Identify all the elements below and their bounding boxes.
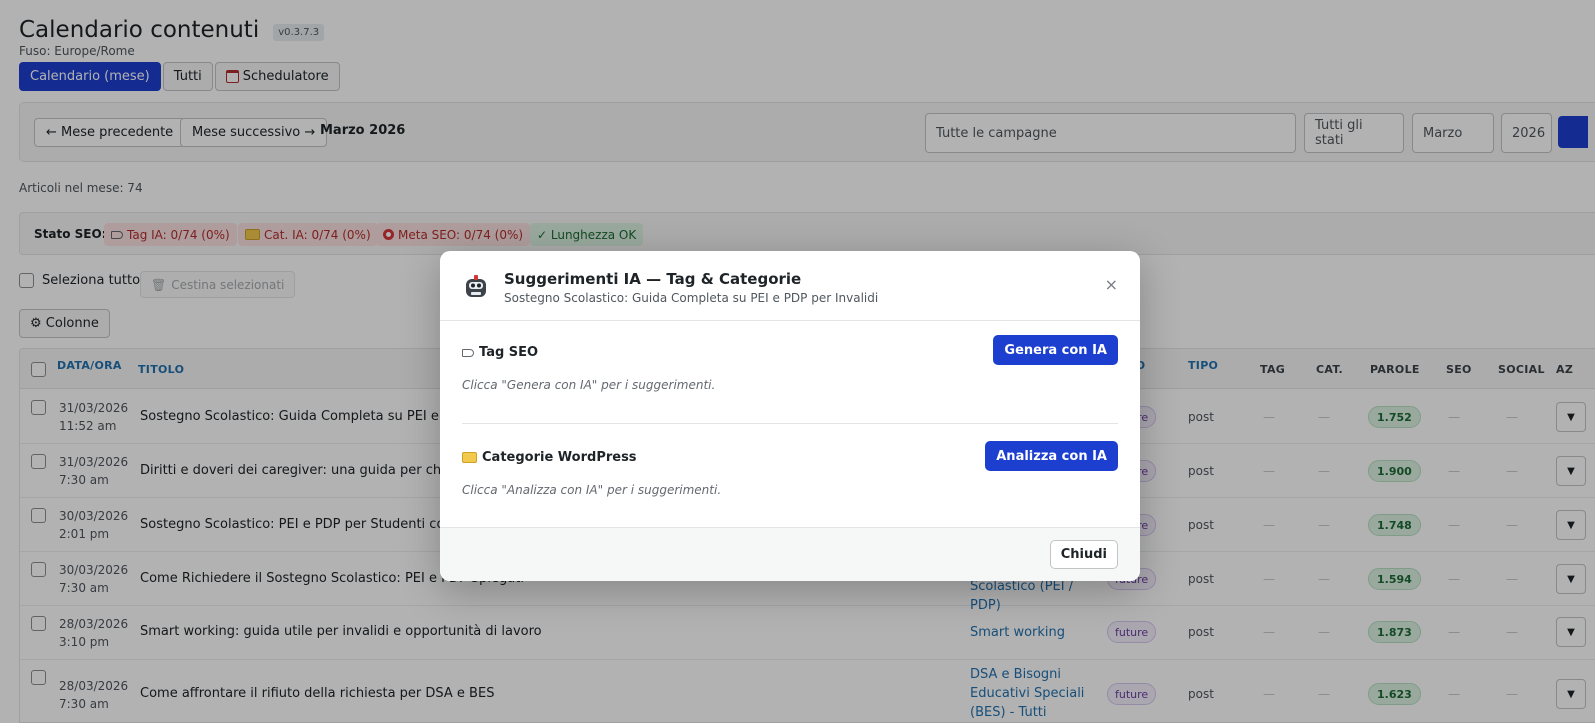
- robot-icon: [466, 275, 486, 297]
- categories-label: Categorie WordPress: [482, 450, 637, 465]
- categories-section-title: Categorie WordPress: [462, 450, 637, 465]
- tag-icon: [462, 348, 474, 357]
- close-icon[interactable]: ×: [1105, 277, 1118, 293]
- ai-suggestions-dialog: Suggerimenti IA — Tag & Categorie Sosteg…: [440, 251, 1140, 581]
- tag-seo-hint: Clicca "Genera con IA" per i suggeriment…: [462, 378, 716, 392]
- app-root: Calendario contenuti v0.3.7.3 Fuso: Euro…: [0, 0, 1595, 723]
- analyze-categories-button[interactable]: Analizza con IA: [985, 441, 1118, 471]
- folder-icon: [462, 452, 477, 463]
- dialog-header: Suggerimenti IA — Tag & Categorie Sosteg…: [440, 251, 1140, 321]
- dialog-footer: Chiudi: [440, 527, 1140, 581]
- dialog-title: Suggerimenti IA — Tag & Categorie: [504, 270, 802, 288]
- generate-tags-button[interactable]: Genera con IA: [993, 335, 1118, 365]
- close-dialog-button[interactable]: Chiudi: [1049, 540, 1118, 569]
- categories-hint: Clicca "Analizza con IA" per i suggerime…: [462, 483, 722, 497]
- dialog-subtitle: Sostegno Scolastico: Guida Completa su P…: [504, 291, 879, 305]
- tag-seo-label: Tag SEO: [479, 345, 539, 360]
- tag-seo-section-title: Tag SEO: [462, 345, 538, 360]
- section-divider: [462, 423, 1118, 424]
